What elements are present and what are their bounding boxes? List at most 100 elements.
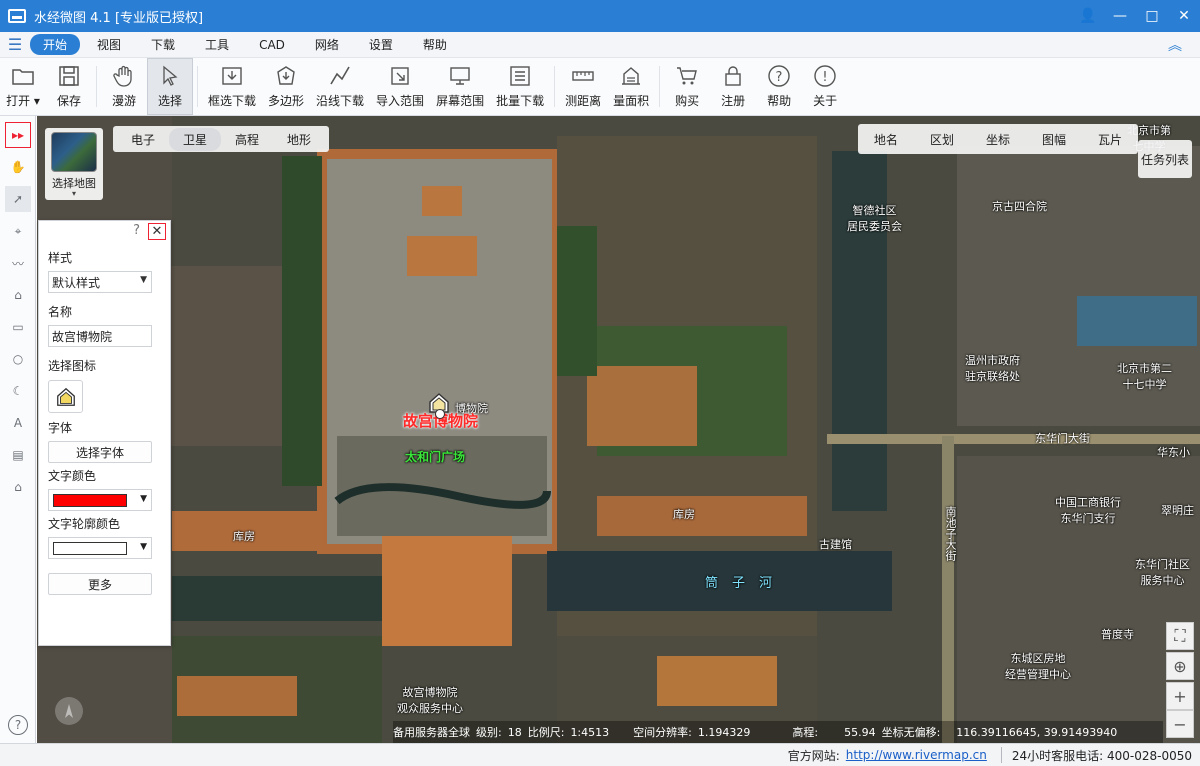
circle-icon[interactable]: ○ <box>5 346 31 372</box>
help-icon[interactable]: ? <box>133 223 140 238</box>
maximize-button[interactable]: □ <box>1136 0 1168 32</box>
icon-picker[interactable] <box>48 380 83 413</box>
polygon-label: 多边形 <box>268 94 305 108</box>
resolution-label: 空间分辨率: <box>633 726 692 739</box>
app-status-bar: 官方网站: http://www.rivermap.cn 24小时客服电话: 4… <box>0 743 1200 766</box>
select-label: 选择 <box>157 94 182 108</box>
buy-button[interactable]: 购买 <box>664 58 710 115</box>
choose-font-button[interactable]: 选择字体 <box>48 441 152 463</box>
cursor-icon[interactable]: ➚ <box>5 186 31 212</box>
measure-area-button[interactable]: 量面积 <box>607 58 655 115</box>
folder-icon <box>12 69 34 85</box>
collapse-ribbon-icon[interactable]: ︽ <box>1168 35 1182 55</box>
scale-value: 1:4513 <box>570 725 610 739</box>
choose-map-button[interactable]: 选择地图 ▾ <box>45 128 103 200</box>
help-label: 帮助 <box>767 94 792 108</box>
hand-icon[interactable]: ✋ <box>5 154 31 180</box>
pan-button[interactable]: 漫游 <box>101 58 147 115</box>
hand-icon <box>113 65 132 87</box>
menu-cad[interactable]: CAD <box>246 36 298 54</box>
ruler-icon[interactable]: ▤ <box>5 442 31 468</box>
polygon-button[interactable]: 多边形 <box>262 58 310 115</box>
layer-district[interactable]: 区划 <box>914 131 970 148</box>
website-link[interactable]: http://www.rivermap.cn <box>846 748 987 762</box>
layer-sheet[interactable]: 图幅 <box>1026 131 1082 148</box>
moon-icon[interactable]: ☾ <box>5 378 31 404</box>
menu-settings[interactable]: 设置 <box>356 34 406 55</box>
layer-coordinate[interactable]: 坐标 <box>970 131 1026 148</box>
map-label-audience-center: 故宫博物院 观众服务中心 <box>397 686 463 715</box>
save-button[interactable]: 保存 <box>46 58 92 115</box>
compass-icon[interactable] <box>55 697 83 725</box>
open-label: 打开 ▾ <box>6 94 40 108</box>
svg-text:!: ! <box>823 70 828 85</box>
rect-download-button[interactable]: 框选下载 <box>202 58 262 115</box>
zoom-out-button[interactable]: − <box>1166 710 1194 738</box>
menu-tools[interactable]: 工具 <box>192 34 242 55</box>
poi-anchor-dot[interactable] <box>435 409 445 419</box>
menu-download[interactable]: 下载 <box>138 34 188 55</box>
map-label-dongcheng-housing: 东城区房地 经营管理中心 <box>1005 652 1071 681</box>
map-label-gujianguan: 古建馆 <box>819 538 852 551</box>
app-logo-icon <box>8 9 26 23</box>
expand-panel-icon[interactable]: ▸▸ <box>5 122 31 148</box>
zoom-in-button[interactable]: + <box>1166 682 1194 710</box>
font-label: 字体 <box>48 421 73 435</box>
close-icon[interactable]: ✕ <box>148 223 166 240</box>
map-label-nanchizi: 南池子大街 <box>944 506 957 561</box>
tab-elevation[interactable]: 高程 <box>221 128 273 151</box>
task-list-button[interactable]: 任务列表 <box>1138 140 1192 178</box>
help-icon[interactable]: ? <box>8 715 28 735</box>
map-label-huaxiao: 华东小 <box>1157 446 1190 459</box>
name-field[interactable]: 故宫博物院 <box>48 325 152 347</box>
select-button[interactable]: 选择 <box>147 58 193 115</box>
outline-color-picker[interactable]: ▼ <box>48 537 152 559</box>
map-view[interactable]: 智德社区 居民委员会 京古四合院 北京市第二 十七中学 温州市政府 驻京联络处 … <box>37 116 1200 743</box>
map-label-jingsi: 京古四合院 <box>992 200 1047 213</box>
user-icon[interactable]: 👤 <box>1072 0 1104 32</box>
about-button[interactable]: ! 关于 <box>802 58 848 115</box>
polygon-icon[interactable]: ⌂ <box>5 282 31 308</box>
window-controls: 👤 — □ ✕ <box>1072 0 1200 32</box>
help-button[interactable]: ? 帮助 <box>756 58 802 115</box>
hamburger-menu-icon[interactable]: ☰ <box>0 35 30 54</box>
area-icon[interactable]: ⌂ <box>5 474 31 500</box>
batch-download-button[interactable]: 批量下载 <box>490 58 550 115</box>
text-color-picker[interactable]: ▼ <box>48 489 152 511</box>
register-label: 注册 <box>721 94 746 108</box>
tab-terrain[interactable]: 地形 <box>273 128 325 151</box>
register-button[interactable]: 注册 <box>710 58 756 115</box>
polyline-icon[interactable]: 〰 <box>5 250 31 276</box>
minimize-button[interactable]: — <box>1104 0 1136 32</box>
map-label-tongzi-river: 筒子河 <box>705 576 787 591</box>
menu-view[interactable]: 视图 <box>84 34 134 55</box>
menu-help[interactable]: 帮助 <box>410 34 460 55</box>
line-download-button[interactable]: 沿线下载 <box>310 58 370 115</box>
more-button[interactable]: 更多 <box>48 573 152 595</box>
screen-range-button[interactable]: 屏幕范围 <box>430 58 490 115</box>
toolbar-divider <box>659 66 661 107</box>
layer-tile[interactable]: 瓦片 <box>1082 131 1138 148</box>
menu-network[interactable]: 网络 <box>302 34 352 55</box>
elevation-label: 高程: <box>792 726 819 739</box>
marker-icon[interactable]: ⌖ <box>5 218 31 244</box>
text-icon[interactable]: A <box>5 410 31 436</box>
style-select[interactable]: 默认样式 ▼ <box>48 271 152 293</box>
status-divider <box>1000 747 1002 763</box>
menu-start[interactable]: 开始 <box>30 34 81 55</box>
import-icon <box>391 67 409 85</box>
rectangle-icon[interactable]: ▭ <box>5 314 31 340</box>
close-button[interactable]: ✕ <box>1168 0 1200 32</box>
measure-distance-button[interactable]: 测距离 <box>559 58 607 115</box>
locate-icon[interactable]: ⊕ <box>1166 652 1194 680</box>
import-range-label: 导入范围 <box>376 94 425 108</box>
tab-satellite[interactable]: 卫星 <box>169 127 222 151</box>
open-button[interactable]: 打开 ▾ <box>0 58 46 115</box>
scale-label: 比例尺: <box>527 726 565 739</box>
cursor-icon <box>163 65 178 86</box>
tab-electronic[interactable]: 电子 <box>117 128 169 151</box>
layer-placename[interactable]: 地名 <box>858 131 914 148</box>
import-range-button[interactable]: 导入范围 <box>370 58 430 115</box>
polyline-icon <box>330 66 350 85</box>
fullscreen-icon[interactable]: ⛶ <box>1166 622 1194 650</box>
